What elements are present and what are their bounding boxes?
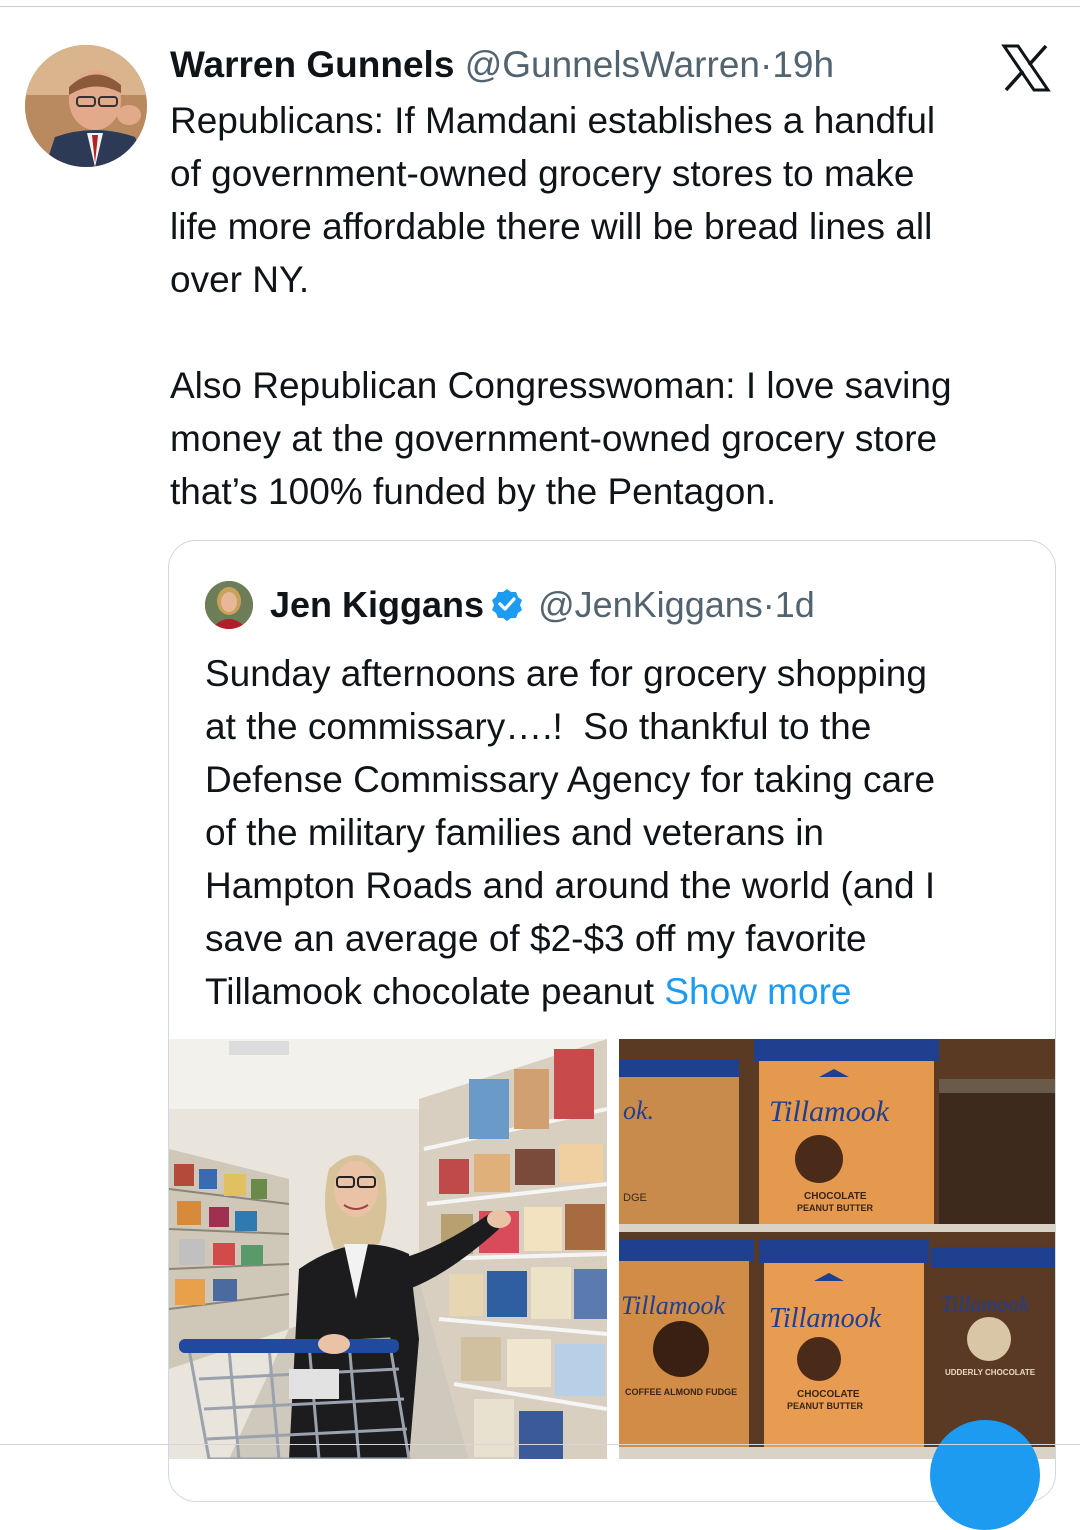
- quoted-header-separator: ·: [762, 584, 775, 625]
- quoted-author-handle[interactable]: @JenKiggans: [538, 584, 763, 625]
- label-partial-dge: DGE: [623, 1192, 647, 1204]
- header-separator: ·: [759, 44, 773, 85]
- verified-badge-icon: [490, 585, 524, 621]
- quoted-tweet-time[interactable]: 1d: [775, 584, 815, 625]
- label-flavor-3-line2: PEANUT BUTTER: [787, 1401, 863, 1411]
- quoted-tweet-body: Sunday afternoons are for grocery shoppi…: [205, 653, 936, 1012]
- photo-grocery-aisle[interactable]: [169, 1039, 607, 1459]
- label-brand-1: Tillamook: [769, 1095, 890, 1128]
- quoted-tweet-header: Jen Kiggans @JenKiggans·1d: [270, 581, 815, 629]
- label-brand-3: Tillamook: [769, 1303, 882, 1334]
- label-flavor-2: COFFEE ALMOND FUDGE: [625, 1387, 737, 1397]
- author-handle[interactable]: @GunnelsWarren: [465, 44, 760, 85]
- tweet-time[interactable]: 19h: [772, 44, 834, 85]
- quoted-author-name[interactable]: Jen Kiggans: [270, 584, 484, 625]
- quoted-author-avatar[interactable]: [205, 581, 253, 629]
- compose-fab-button[interactable]: [930, 1420, 1040, 1530]
- author-avatar[interactable]: [25, 45, 147, 167]
- label-flavor-1-line1: CHOCOLATE: [804, 1191, 867, 1202]
- label-brand-2: Tillamook: [621, 1291, 725, 1320]
- bottom-divider: [0, 1444, 1080, 1445]
- photo-grocery-aisle-image: [169, 1039, 607, 1459]
- quoted-tweet-text: Sunday afternoons are for grocery shoppi…: [205, 647, 1035, 1018]
- tweet-text: Republicans: If Mamdani establishes a ha…: [170, 100, 952, 512]
- author-name[interactable]: Warren Gunnels: [170, 44, 454, 85]
- top-divider: [0, 6, 1080, 7]
- author-avatar-image: [25, 45, 147, 167]
- photo-tillamook-ice-cream[interactable]: ok. DGE Tillamook CHOCOLATE PEANUT BUTTE…: [619, 1039, 1055, 1459]
- show-more-link[interactable]: Show more: [664, 971, 851, 1012]
- x-logo-icon: [1000, 42, 1052, 94]
- photo-tillamook-ice-cream-image: ok. DGE Tillamook CHOCOLATE PEANUT BUTTE…: [619, 1039, 1055, 1459]
- label-brand-4: Tillamook: [941, 1291, 1030, 1316]
- quoted-tweet-card[interactable]: Jen Kiggans @JenKiggans·1d Sunday aftern…: [168, 540, 1056, 1502]
- label-flavor-1-line2: PEANUT BUTTER: [797, 1203, 873, 1213]
- label-flavor-3-line1: CHOCOLATE: [797, 1389, 860, 1400]
- label-partial-ok: ok.: [623, 1096, 654, 1125]
- label-flavor-4: UDDERLY CHOCOLATE: [945, 1368, 1036, 1377]
- tweet-header: Warren Gunnels @GunnelsWarren·19h: [170, 42, 834, 88]
- quoted-author-avatar-image: [205, 581, 253, 629]
